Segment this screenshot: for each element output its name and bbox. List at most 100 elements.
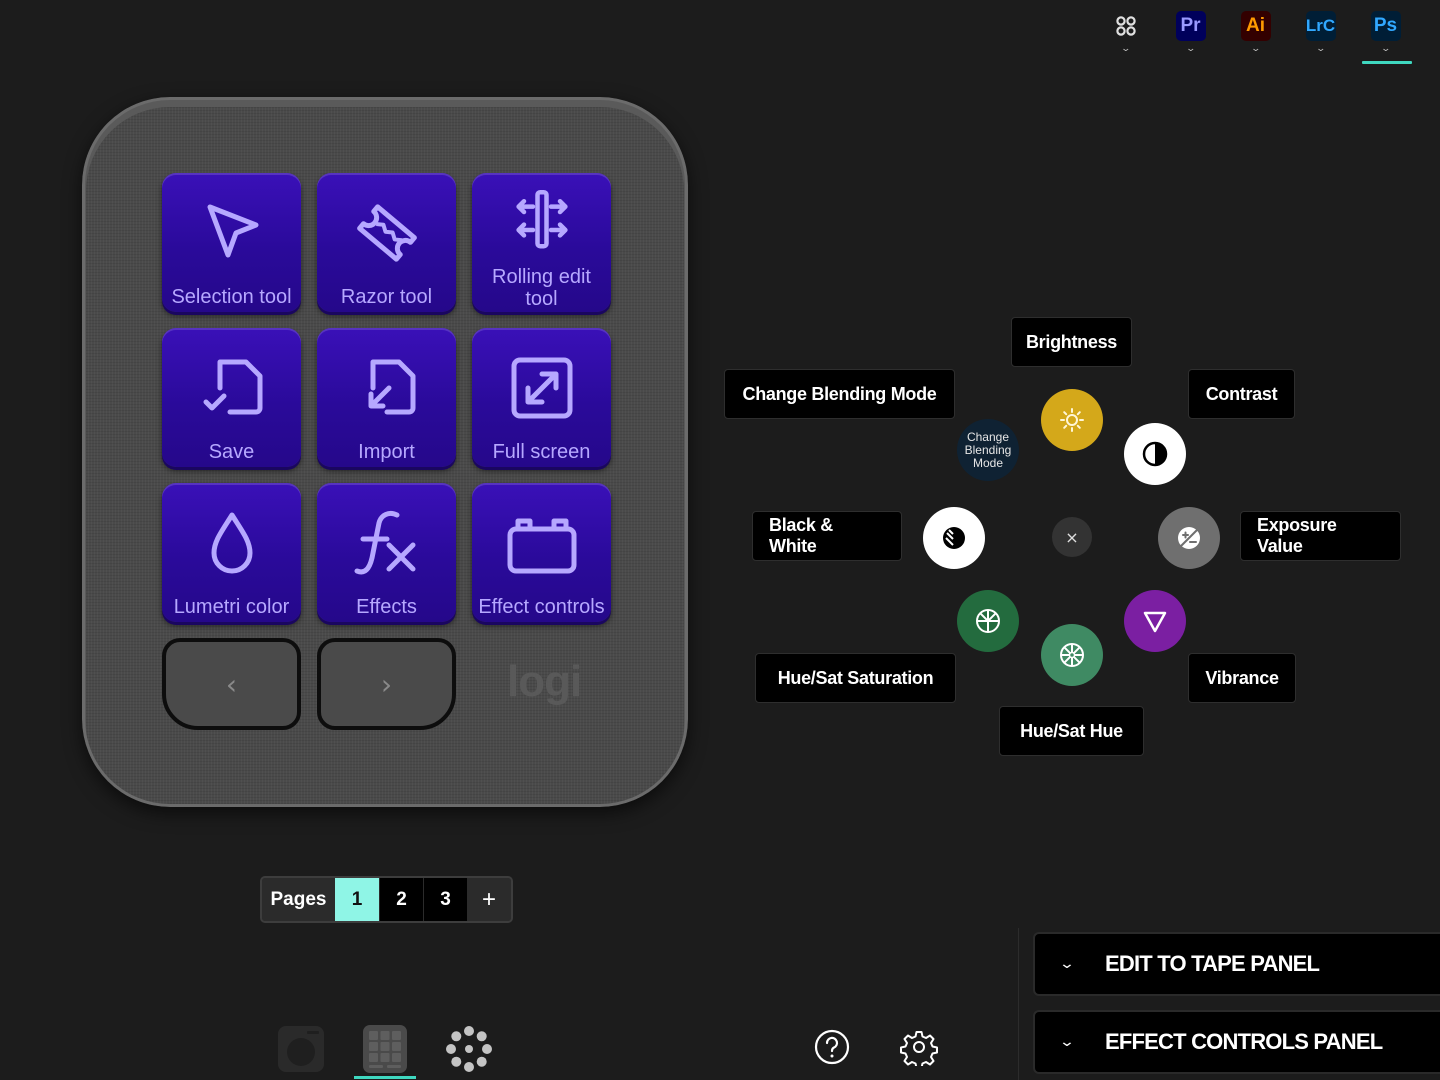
- dial-device-icon: [278, 1026, 324, 1072]
- premiere-icon: Pr: [1175, 11, 1206, 41]
- chevron-down-icon: ⌄: [1120, 44, 1131, 54]
- key-effects[interactable]: Effects: [317, 483, 456, 622]
- panel-edit-to-tape[interactable]: ⌄ EDIT TO TAPE PANEL: [1033, 932, 1440, 996]
- sun-icon: [1060, 408, 1084, 432]
- keypad-grid-icon: [363, 1025, 407, 1073]
- key-label: Import: [358, 441, 415, 463]
- app-switcher: ⌄ Pr ⌄ Ai ⌄ LrC ⌄ Ps ⌄: [1093, 8, 1418, 66]
- next-page-key[interactable]: ›: [317, 638, 456, 730]
- full-screen-icon: [511, 357, 572, 419]
- key-label-line: tool: [525, 288, 558, 310]
- action-change-blending-mode[interactable]: Change Blending Mode: [957, 419, 1019, 481]
- app-premiere[interactable]: Pr ⌄: [1158, 8, 1223, 66]
- logi-logo: logi: [507, 657, 582, 706]
- panel-effect-controls[interactable]: ⌄ EFFECT CONTROLS PANEL: [1033, 1010, 1440, 1074]
- keypad-device: Selection tool Razor tool Rolling edit to…: [82, 97, 688, 807]
- action-contrast[interactable]: [1124, 423, 1186, 485]
- key-full-screen[interactable]: Full screen: [472, 328, 611, 467]
- previous-page-key[interactable]: ‹: [162, 638, 301, 730]
- label-brightness: Brightness: [1011, 317, 1132, 367]
- chevron-right-icon: ›: [380, 667, 393, 701]
- key-label-line: Rolling edit: [492, 266, 591, 288]
- key-label: Razor tool: [340, 286, 433, 308]
- page-nav-keys: ‹ ›: [162, 638, 456, 730]
- contrast-icon: [1142, 441, 1168, 467]
- key-label: Full screen: [492, 441, 591, 463]
- import-file-icon: [368, 359, 415, 415]
- rolling-edit-icon: [515, 189, 568, 249]
- action-vibrance[interactable]: [1124, 590, 1186, 652]
- help-button[interactable]: [811, 1026, 853, 1068]
- chevron-down-icon: ⌄: [1315, 44, 1326, 54]
- nav-dial-device[interactable]: [272, 1020, 330, 1078]
- key-grid: Selection tool Razor tool Rolling edit to…: [162, 173, 611, 622]
- color-wheel-icon: [1060, 643, 1084, 667]
- page-3-button[interactable]: 3: [423, 878, 467, 921]
- label-exposure-value: Exposure Value: [1240, 511, 1401, 561]
- add-page-button[interactable]: +: [467, 878, 511, 921]
- chevron-down-icon: ⌄: [1250, 44, 1261, 54]
- page-1-button[interactable]: 1: [335, 878, 379, 921]
- nav-radial-actions[interactable]: [440, 1020, 498, 1078]
- app-illustrator[interactable]: Ai ⌄: [1223, 8, 1288, 66]
- app-all[interactable]: ⌄: [1093, 8, 1158, 66]
- action-hue-sat-saturation[interactable]: [957, 590, 1019, 652]
- key-selection-tool[interactable]: Selection tool: [162, 173, 301, 312]
- label-hue-sat-saturation: Hue/Sat Saturation: [755, 653, 956, 703]
- photoshop-icon: Ps: [1370, 11, 1401, 41]
- chevron-down-icon: ⌄: [1058, 956, 1076, 972]
- black-white-icon: [943, 527, 965, 549]
- key-label: Save: [208, 441, 255, 463]
- page-2-button[interactable]: 2: [379, 878, 423, 921]
- razor-blade-icon: [356, 204, 417, 262]
- key-label: Rolling edit tool: [472, 266, 611, 310]
- blending-mode-text: Change Blending Mode: [964, 430, 1012, 470]
- app-photoshop[interactable]: Ps ⌄: [1353, 8, 1418, 66]
- help-icon: [814, 1029, 850, 1065]
- chevron-left-icon: ‹: [225, 667, 238, 701]
- effect-controls-icon: [507, 518, 576, 574]
- panel-divider: [1018, 928, 1019, 1080]
- key-effect-controls[interactable]: Effect controls: [472, 483, 611, 622]
- chevron-down-icon: ⌄: [1380, 44, 1391, 54]
- chevron-down-icon: ⌄: [1185, 44, 1196, 54]
- key-razor-tool[interactable]: Razor tool: [317, 173, 456, 312]
- close-icon: ×: [1065, 527, 1079, 547]
- label-change-blending-mode: Change Blending Mode: [724, 369, 955, 419]
- settings-button[interactable]: [898, 1026, 940, 1068]
- key-import[interactable]: Import: [317, 328, 456, 467]
- label-hue-sat-hue: Hue/Sat Hue: [999, 706, 1144, 756]
- triangle-down-icon: [1143, 611, 1167, 633]
- save-file-icon: [203, 359, 262, 415]
- action-black-white[interactable]: [923, 507, 985, 569]
- app-lightroom-classic[interactable]: LrC ⌄: [1288, 8, 1353, 66]
- fx-icon: [354, 510, 415, 575]
- bubble-line: Blending: [964, 442, 1012, 457]
- gear-icon: [900, 1031, 938, 1066]
- pages-label: Pages: [262, 878, 335, 921]
- key-rolling-edit-tool[interactable]: Rolling edit tool: [472, 173, 611, 312]
- pages-selector: Pages 1 2 3 +: [260, 876, 513, 923]
- key-label: Effects: [356, 596, 417, 618]
- action-brightness[interactable]: [1041, 389, 1103, 451]
- all-apps-icon: [1111, 11, 1141, 41]
- illustrator-icon: Ai: [1240, 11, 1271, 41]
- label-vibrance: Vibrance: [1188, 653, 1296, 703]
- lightroom-classic-icon: LrC: [1305, 11, 1336, 41]
- nav-keypad-device[interactable]: [354, 1020, 416, 1079]
- key-label: Effect controls: [478, 596, 605, 618]
- cursor-arrow-icon: [207, 204, 258, 258]
- key-save[interactable]: Save: [162, 328, 301, 467]
- action-exposure-value[interactable]: [1158, 507, 1220, 569]
- key-label: Lumetri color: [173, 596, 290, 618]
- actions-ring-icon: [446, 1026, 492, 1072]
- chevron-down-icon: ⌄: [1058, 1034, 1076, 1050]
- exposure-icon: [1178, 527, 1200, 549]
- bubble-line: Mode: [972, 455, 1004, 470]
- radial-close-button[interactable]: ×: [1052, 517, 1092, 557]
- action-hue-sat-hue[interactable]: [1041, 624, 1103, 686]
- key-lumetri-color[interactable]: Lumetri color: [162, 483, 301, 622]
- label-black-white: Black & White: [752, 511, 902, 561]
- label-contrast: Contrast: [1188, 369, 1295, 419]
- color-wheel-split-icon: [976, 609, 1000, 633]
